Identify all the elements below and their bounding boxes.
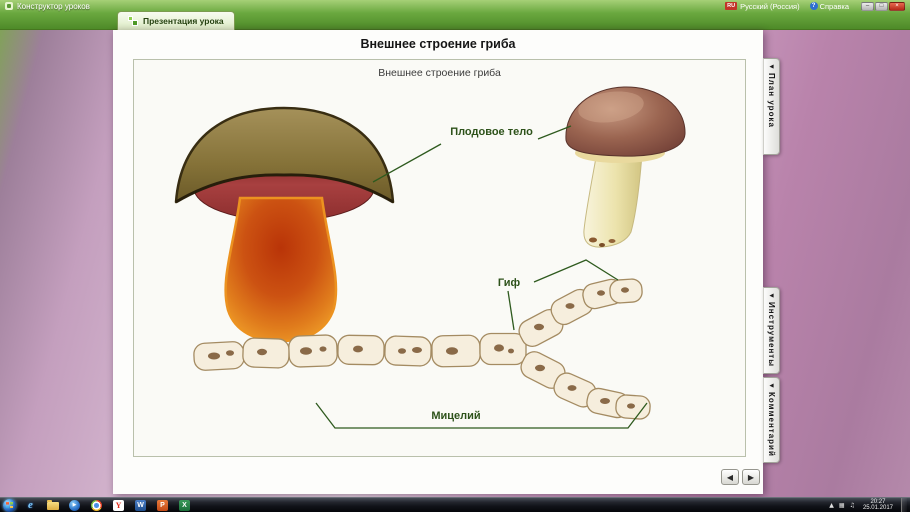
- help-icon: ?: [810, 2, 818, 10]
- folder-icon: [47, 502, 59, 510]
- maximize-button[interactable]: □: [875, 2, 888, 11]
- media-player-icon: ▶: [69, 500, 80, 511]
- language-flag-icon: RU: [725, 2, 737, 10]
- blocks-icon: [128, 16, 138, 26]
- app-icon: [5, 2, 13, 10]
- taskbar: e ▶ Y W P X ▲ ▦ ♫ 20:27 25.01.2017: [0, 497, 910, 512]
- chrome-icon: [91, 500, 102, 511]
- language-indicator[interactable]: RU Русский (Россия): [725, 2, 799, 11]
- taskbar-icon-internet-explorer[interactable]: e: [23, 499, 38, 512]
- chevron-left-icon: ◀: [769, 64, 773, 70]
- taskbar-icon-excel[interactable]: X: [177, 499, 192, 512]
- side-tab-label: Инструменты: [767, 302, 776, 367]
- help-label: Справка: [820, 2, 849, 11]
- word-icon: W: [135, 500, 146, 511]
- taskbar-icon-media-player[interactable]: ▶: [67, 499, 82, 512]
- taskbar-icon-word[interactable]: W: [133, 499, 148, 512]
- minimize-button[interactable]: –: [861, 2, 874, 11]
- taskbar-icon-chrome[interactable]: [89, 499, 104, 512]
- help-button[interactable]: ? Справка: [810, 2, 849, 11]
- side-tab-comment[interactable]: ◀ Комментарий: [763, 377, 780, 463]
- diagram-canvas: [134, 60, 745, 456]
- side-tab-label: Комментарий: [767, 392, 776, 457]
- side-tab-lesson-plan[interactable]: ◀ План урока: [763, 58, 780, 155]
- chevron-left-icon: ◀: [769, 293, 773, 299]
- powerpoint-icon: P: [157, 500, 168, 511]
- show-desktop-button[interactable]: [901, 498, 907, 512]
- close-button[interactable]: ×: [889, 2, 905, 11]
- side-tab-tools[interactable]: ◀ Инструменты: [763, 287, 780, 374]
- slide: Внешнее строение гриба: [113, 30, 763, 494]
- label-mycelium: Мицелий: [406, 410, 506, 422]
- taskbar-icon-yandex[interactable]: Y: [111, 499, 126, 512]
- diagram-subtitle: Внешнее строение гриба: [134, 67, 745, 79]
- tab-label: Презентация урока: [143, 16, 224, 26]
- mushroom-photo: [566, 87, 685, 247]
- window-header: Конструктор уроков RU Русский (Россия) ?…: [0, 0, 910, 30]
- taskbar-icon-powerpoint[interactable]: P: [155, 499, 170, 512]
- system-tray: ▲ ▦ ♫ 20:27 25.01.2017: [829, 498, 907, 512]
- slide-navigation: ◀ ▶: [721, 469, 760, 485]
- excel-icon: X: [179, 500, 190, 511]
- label-fruiting-body: Плодовое тело: [434, 126, 549, 138]
- diagram-panel: Внешнее строение гриба Плодовое тело Гиф…: [133, 59, 746, 457]
- desktop: Конструктор уроков RU Русский (Россия) ?…: [0, 0, 910, 512]
- tray-indicator-icon[interactable]: ▦: [839, 502, 845, 509]
- hidden-icons-arrow-icon[interactable]: ▲: [829, 502, 834, 509]
- start-button[interactable]: [3, 499, 16, 512]
- nav-forward-button[interactable]: ▶: [742, 469, 760, 485]
- slide-title: Внешнее строение гриба: [113, 37, 763, 51]
- clock[interactable]: 20:27 25.01.2017: [860, 499, 896, 512]
- label-hypha: Гиф: [486, 277, 532, 289]
- taskbar-icon-explorer[interactable]: [45, 499, 60, 512]
- chevron-left-icon: ◀: [769, 383, 773, 389]
- language-name: Русский (Россия): [740, 2, 800, 11]
- yandex-icon: Y: [113, 500, 124, 511]
- clock-date: 25.01.2017: [863, 505, 893, 512]
- nav-back-button[interactable]: ◀: [721, 469, 739, 485]
- mushroom-illustration: [176, 108, 393, 341]
- internet-explorer-icon: e: [28, 499, 33, 511]
- window-controls: – □ ×: [861, 2, 905, 11]
- volume-icon[interactable]: ♫: [850, 502, 855, 509]
- window-title: Конструктор уроков: [17, 2, 90, 11]
- tab-lesson-presentation[interactable]: Презентация урока: [117, 11, 235, 30]
- side-tab-label: План урока: [767, 73, 776, 128]
